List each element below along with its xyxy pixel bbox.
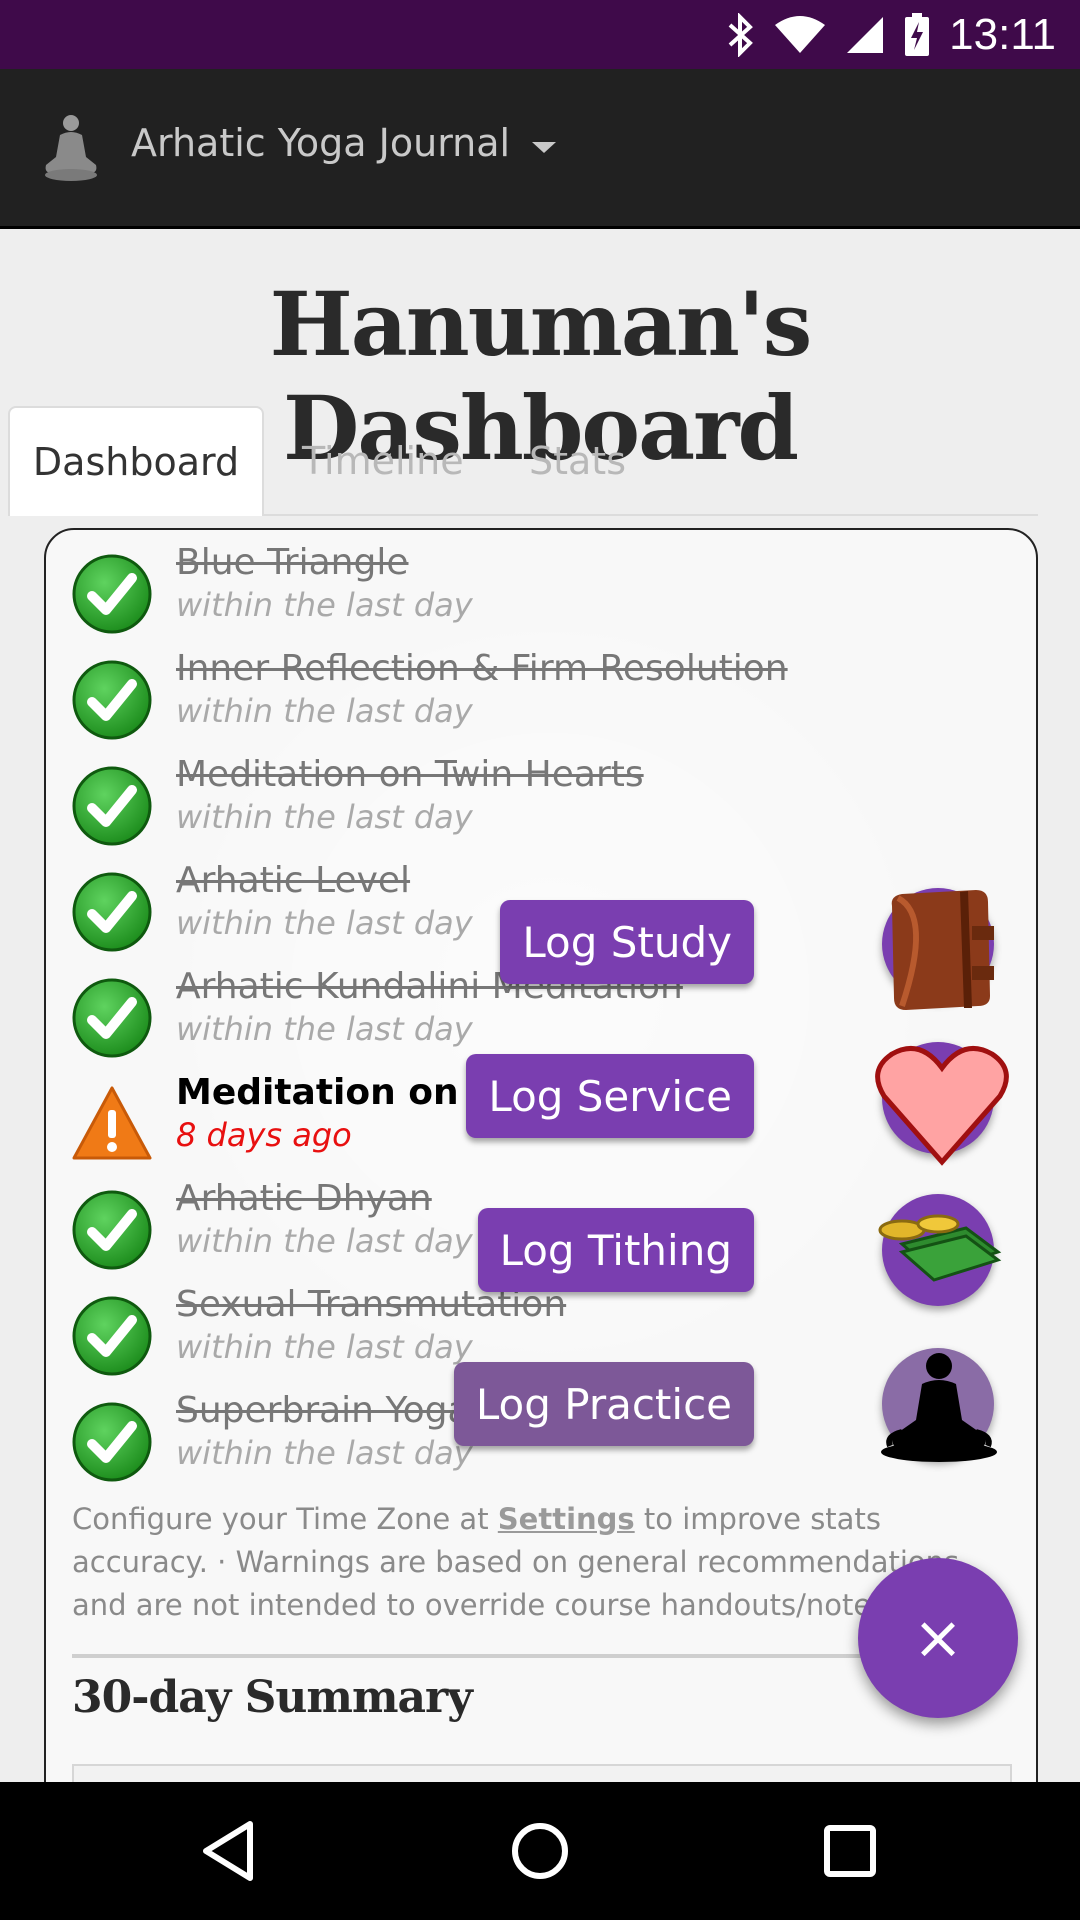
- home-icon[interactable]: [505, 1816, 575, 1886]
- practice-last-done: 8 days ago: [176, 1116, 352, 1154]
- checkmark-icon: [72, 554, 152, 634]
- meditation-icon: [881, 1353, 997, 1462]
- checkmark-icon: [72, 766, 152, 846]
- app-bar: Arhatic Yoga Journal: [0, 69, 1080, 229]
- note-prefix: Configure your Time Zone at: [72, 1502, 498, 1536]
- practice-last-done: within the last day: [176, 1010, 473, 1048]
- practice-name: Inner Reflection & Firm Resolution: [176, 648, 788, 689]
- practice-last-done: within the last day: [176, 1222, 473, 1260]
- practice-name: Arhatic Dhyan: [176, 1178, 432, 1219]
- log-service-button[interactable]: Log Service: [466, 1054, 754, 1138]
- practice-item[interactable]: Meditation on Twin Hearts within the last…: [72, 752, 1012, 848]
- checkmark-icon: [72, 872, 152, 952]
- status-icons: 13:11: [725, 0, 1056, 69]
- checkmark-icon: [72, 660, 152, 740]
- checkmark-icon: [72, 1190, 152, 1270]
- settings-link[interactable]: Settings: [498, 1502, 635, 1536]
- practice-item[interactable]: Blue Triangle within the last day: [72, 540, 1012, 636]
- meditating-figure-icon[interactable]: [42, 113, 100, 183]
- checkmark-icon: [72, 1296, 152, 1376]
- book-icon: [891, 890, 994, 1010]
- practice-name: Superbrain Yoga: [176, 1390, 470, 1431]
- log-tithing-button[interactable]: Log Tithing: [477, 1208, 754, 1292]
- log-service-fab[interactable]: [875, 1042, 1009, 1166]
- app-title[interactable]: Arhatic Yoga Journal: [131, 121, 510, 165]
- summary-panel: [72, 1764, 1012, 1782]
- close-icon: ×: [912, 1603, 964, 1673]
- navigation-bar: [0, 1782, 1080, 1920]
- close-fab[interactable]: ×: [858, 1558, 1018, 1718]
- checkmark-icon: [72, 1402, 152, 1482]
- money-icon: [878, 1214, 1002, 1282]
- log-practice-fab[interactable]: [881, 1348, 997, 1462]
- practice-last-done: within the last day: [176, 798, 473, 836]
- practice-name: Arhatic Level: [176, 860, 411, 901]
- back-icon[interactable]: [194, 1816, 264, 1886]
- practice-last-done: within the last day: [176, 692, 473, 730]
- log-study-fab[interactable]: [882, 888, 994, 1010]
- checkmark-icon: [72, 978, 152, 1058]
- tab-bar: Dashboard Timeline Stats: [8, 406, 1038, 516]
- dropdown-caret-icon[interactable]: [532, 142, 556, 153]
- practice-last-done: within the last day: [176, 1434, 473, 1472]
- tab-dashboard[interactable]: Dashboard: [8, 406, 264, 516]
- bluetooth-icon: [728, 12, 754, 57]
- practice-last-done: within the last day: [176, 904, 473, 942]
- log-practice-button[interactable]: Log Practice: [453, 1362, 754, 1446]
- recents-icon[interactable]: [815, 1816, 885, 1886]
- warning-icon: [72, 1084, 152, 1164]
- heart-icon: [875, 1045, 1009, 1166]
- tab-stats[interactable]: Stats: [529, 406, 626, 516]
- practice-last-done: within the last day: [176, 1328, 473, 1366]
- status-bar: 13:11: [0, 0, 1080, 69]
- practice-name: Blue Triangle: [176, 542, 409, 583]
- practice-last-done: within the last day: [176, 586, 473, 624]
- summary-title: 30-day Summary: [72, 1672, 473, 1723]
- wifi-icon: [775, 15, 826, 53]
- practice-item[interactable]: Inner Reflection & Firm Resolution within…: [72, 646, 1012, 742]
- log-tithing-fab[interactable]: [878, 1194, 1002, 1306]
- battery-charging-icon: [905, 12, 930, 56]
- clock: 13:11: [949, 9, 1056, 59]
- signal-icon: [847, 16, 884, 53]
- practice-name: Meditation on Twin Hearts: [176, 754, 644, 795]
- tab-timeline[interactable]: Timeline: [302, 406, 464, 516]
- log-study-button[interactable]: Log Study: [500, 900, 754, 984]
